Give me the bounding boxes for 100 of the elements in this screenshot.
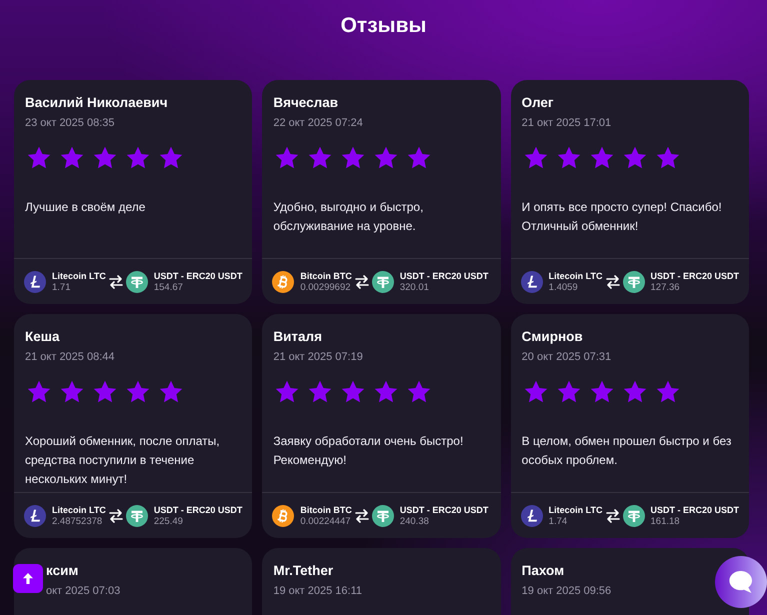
star-icon	[93, 380, 117, 404]
coin-name: USDT - ERC20 USDT	[650, 504, 740, 516]
star-icon	[93, 146, 117, 170]
swap-arrows-icon	[108, 508, 123, 524]
review-date: 19 окт 2025 16:11	[273, 584, 362, 599]
tether-icon	[372, 504, 394, 526]
star-icon	[622, 146, 647, 170]
reviewer-name: Виталя	[273, 328, 322, 346]
star-icon	[341, 146, 366, 170]
review-date: 20 окт 2025 07:31	[522, 350, 612, 365]
coin-amount: 154.67	[154, 282, 183, 292]
star-icon	[27, 380, 51, 404]
reviewer-name: Пахом	[522, 562, 564, 580]
star-icon	[126, 146, 150, 170]
tether-icon	[126, 504, 148, 526]
review-date: 22 окт 2025 07:24	[273, 116, 363, 131]
star-icon	[275, 380, 300, 404]
review-text: Удобно, выгодно и быстро, обслуживание на уровне.	[273, 199, 424, 235]
star-icon	[656, 146, 680, 170]
coin-amount: 1.74	[548, 516, 568, 526]
coin-amount: 161.18	[650, 516, 680, 526]
coin-name: USDT - ERC20 USDT	[400, 504, 488, 516]
tether-icon	[622, 270, 644, 292]
star-icon	[590, 146, 614, 170]
star-icon	[524, 146, 548, 170]
reviewer-name: ксим	[46, 562, 78, 580]
litecoin-icon	[24, 270, 46, 292]
coin-amount: 127.36	[650, 282, 680, 292]
star-icon	[622, 380, 647, 404]
star-icon	[126, 380, 150, 404]
star-icon	[556, 146, 581, 170]
review-text: Хороший обменник, после оплаты, средства поступили в течение нескольких минут!	[25, 433, 221, 488]
page-title: Отзывы	[340, 13, 426, 39]
swap-arrows-icon	[606, 274, 620, 290]
star-icon	[60, 146, 84, 170]
litecoin-icon	[520, 270, 543, 292]
bitcoin-icon	[272, 270, 294, 292]
star-icon	[27, 146, 51, 170]
review-date: 21 окт 2025 07:19	[273, 350, 363, 365]
coin-amount: 0.00224447	[300, 516, 351, 526]
star-icon	[590, 380, 614, 404]
star-icon	[159, 380, 183, 404]
coin-name: Litecoin LTC	[548, 270, 602, 282]
star-icon	[275, 146, 300, 170]
review-date: 21 окт 2025 08:44	[25, 350, 114, 365]
coin-amount: 240.38	[400, 516, 429, 526]
up-arrow-icon	[23, 573, 33, 584]
tether-icon	[622, 504, 644, 526]
star-icon	[407, 146, 432, 170]
review-text: Заявку обработали очень быстро! Рекомендую!	[273, 433, 464, 469]
reviewer-name: Кеша	[25, 328, 60, 346]
coin-name: Litecoin LTC	[52, 504, 106, 516]
coin-name: USDT - ERC20 USDT	[650, 270, 740, 282]
star-icon	[374, 146, 398, 170]
coin-name: USDT - ERC20 USDT	[154, 270, 242, 282]
coin-amount: 320.01	[400, 282, 429, 292]
reviewer-name: Смирнов	[522, 328, 583, 346]
coin-amount: 0.00299692	[300, 282, 351, 292]
star-icon	[60, 380, 84, 404]
tether-icon	[372, 270, 394, 292]
coin-amount: 2.48752378	[52, 516, 102, 526]
coin-name: Bitcoin BTC	[300, 504, 352, 516]
chat-button[interactable]	[715, 556, 767, 608]
coin-amount: 1.4059	[548, 282, 578, 292]
swap-arrows-icon	[606, 508, 620, 524]
coin-amount: 225.49	[154, 516, 183, 526]
review-date: 19 окт 2025 09:56	[522, 584, 612, 599]
reviewer-name: Вячеслав	[273, 94, 338, 112]
reviewer-name: Олег	[522, 94, 554, 112]
star-icon	[524, 380, 548, 404]
scroll-top-button[interactable]	[13, 564, 43, 593]
star-icon	[407, 380, 432, 404]
tether-icon	[126, 270, 148, 292]
reviewer-name: Василий Николаевич	[25, 94, 168, 112]
star-icon	[341, 380, 366, 404]
star-icon	[374, 380, 398, 404]
reviewer-name: Mr.Tether	[273, 562, 334, 580]
swap-arrows-icon	[354, 508, 369, 524]
star-icon	[159, 146, 183, 170]
star-icon	[308, 380, 332, 404]
star-icon	[308, 146, 332, 170]
review-date: 21 окт 2025 17:01	[522, 116, 612, 131]
swap-arrows-icon	[354, 274, 369, 290]
coin-name: Litecoin LTC	[548, 504, 602, 516]
coin-name: USDT - ERC20 USDT	[400, 270, 488, 282]
review-date: 23 окт 2025 08:35	[25, 116, 114, 131]
star-icon	[556, 380, 581, 404]
coin-name: Litecoin LTC	[52, 270, 106, 282]
swap-arrows-icon	[108, 274, 123, 290]
review-text: Лучшие в своём деле	[25, 199, 146, 216]
star-icon	[656, 380, 680, 404]
coin-name: USDT - ERC20 USDT	[154, 504, 242, 516]
coin-amount: 1.71	[52, 282, 70, 292]
litecoin-icon	[520, 504, 543, 526]
review-date: окт 2025 07:03	[46, 584, 120, 599]
litecoin-icon	[24, 504, 46, 526]
review-text: В целом, обмен прошел быстро и без особых проблем.	[522, 433, 732, 469]
bitcoin-icon	[272, 504, 294, 526]
coin-name: Bitcoin BTC	[300, 270, 352, 282]
chat-bubble-icon	[729, 571, 753, 593]
